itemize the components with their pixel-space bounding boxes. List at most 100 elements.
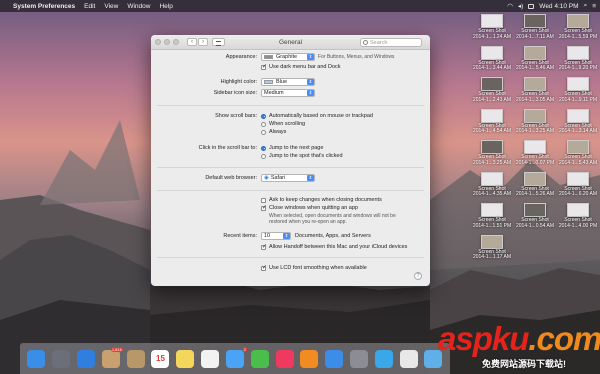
desktop-file-icon[interactable]: Screen Shot 2014-1...9.20 PM (556, 45, 600, 72)
help-button[interactable]: ? (414, 272, 422, 280)
browser-popup[interactable]: ◉ Safari ⇕ (261, 174, 315, 182)
notification-center-icon[interactable]: ≡ (592, 3, 596, 10)
handoff-checkbox[interactable] (261, 243, 267, 250)
click-jump-spot[interactable]: Jump to the spot that's clicked (261, 153, 343, 159)
menu-view[interactable]: View (104, 3, 118, 10)
desktop-file-icon[interactable]: Screen Shot 2014-1...3.14 AM (556, 108, 600, 135)
divider (157, 190, 424, 191)
scroll-auto-radio[interactable] (261, 113, 266, 119)
file-name-line-2: 2014-1...5.26 AM (515, 191, 555, 198)
notes-icon[interactable] (176, 349, 195, 368)
scroll-option-auto[interactable]: Automatically based on mouse or trackpad (261, 113, 373, 119)
appearance-label: Appearance: (225, 54, 257, 60)
chevron-updown-icon: ⇕ (307, 79, 314, 85)
close-button[interactable] (155, 39, 161, 45)
desktop-file-icon[interactable]: Screen Shot 2014-1...1.24 AM (470, 14, 514, 40)
desktop-file-icon[interactable]: Screen Shot 2014-1...4.00 PM (556, 203, 600, 229)
click-next-page[interactable]: Jump to the next page (261, 145, 323, 151)
chrome-icon[interactable] (399, 349, 418, 368)
spotlight-icon[interactable]: ⌕ (584, 2, 588, 10)
screenshot-thumbnail (481, 234, 503, 249)
screenshot-thumbnail (524, 203, 546, 218)
screenshot-thumbnail (524, 171, 546, 186)
watermark-tld: .com (528, 320, 600, 357)
calendar-icon[interactable]: 15 (151, 349, 170, 368)
file-name-line-2: 2014-1...2.43 AM (472, 96, 512, 103)
twitter-icon[interactable] (374, 349, 393, 368)
desktop-file-icon[interactable]: Screen Shot 2014-1...3.44 AM (470, 45, 514, 72)
sidebar-icon-popup[interactable]: Medium ⇕ (261, 89, 315, 97)
file-name-line-2: 2014-1...0.07 PM (515, 159, 555, 166)
lcd-row[interactable]: Use LCD font smoothing when available (261, 264, 367, 271)
file-name-line-2: 2014-1...9.11 PM (559, 96, 597, 103)
desktop-file-icon[interactable]: Screen Shot 2014-1...5.26 AM (513, 171, 557, 198)
back-button[interactable]: ‹ (187, 38, 197, 46)
contacts-icon[interactable] (126, 349, 145, 368)
ask-keep-checkbox[interactable] (261, 197, 266, 203)
desktop-file-icon[interactable]: Screen Shot 2014-1...1.51 PM (470, 203, 514, 229)
handoff-row[interactable]: Allow Handoff between this Mac and your … (261, 243, 407, 250)
recent-items-popup[interactable]: 10 ⇕ (261, 232, 291, 240)
dark-menu-checkbox[interactable] (261, 63, 267, 70)
scroll-always-radio[interactable] (261, 129, 266, 135)
lcd-checkbox[interactable] (261, 264, 267, 271)
finder-icon[interactable] (27, 349, 46, 368)
close-windows-checkbox[interactable] (261, 204, 267, 211)
dark-menu-row[interactable]: Use dark menu bar and Dock (261, 63, 341, 70)
desktop-file-icon[interactable]: Screen Shot 2014-1...2.43 AM (470, 77, 514, 103)
desktop-file-icon[interactable]: Screen Shot 2014-1...7.11 AM (513, 14, 557, 40)
file-name-line-2: 2014-1...7.11 AM (516, 33, 554, 40)
watermark-subtitle: 免费网站源码下载站! (482, 359, 566, 369)
ibooks-icon[interactable] (300, 349, 319, 368)
desktop-file-icon[interactable]: Screen Shot 2014-1...5.59 PM (556, 14, 600, 40)
itunes-icon[interactable] (275, 349, 294, 368)
clock[interactable]: Wed 4:10 PM (539, 3, 578, 10)
search-field[interactable]: Search (360, 38, 422, 47)
close-windows-row[interactable]: Close windows when quitting an app (261, 204, 358, 211)
highlight-popup[interactable]: Blue ⇕ (261, 78, 315, 86)
safari-icon[interactable] (77, 349, 96, 368)
show-all-button[interactable] (212, 38, 225, 46)
volume-icon[interactable]: ◂) (518, 2, 523, 10)
system-preferences-icon[interactable] (349, 349, 368, 368)
desktop-file-icon[interactable]: Screen Shot 2014-1...4.35 AM (470, 171, 514, 198)
desktop-file-icon[interactable]: Screen Shot 2014-1...0.54 AM (513, 203, 557, 229)
click-next-radio[interactable] (261, 145, 266, 151)
general-preferences-window: ‹ › General Search Appearance: Graphite … (151, 35, 430, 286)
desktop-file-icon[interactable]: Screen Shot 2014-1...6.20 AM (556, 171, 600, 198)
desktop-file-icon[interactable]: Screen Shot 2014-1...1.17 AM (470, 234, 514, 261)
wifi-icon[interactable]: ◠ (507, 2, 513, 10)
desktop-file-icon[interactable]: Screen Shot 2014-1...0.07 PM (513, 140, 557, 166)
desktop-file-icon[interactable]: Screen Shot 2014-1...3.25 AM (513, 108, 557, 135)
reminders-icon[interactable] (201, 349, 220, 368)
scroll-option-when-scrolling[interactable]: When scrolling (261, 121, 305, 127)
watermark-brand-text: aspku (438, 320, 529, 357)
desktop-file-icon[interactable]: Screen Shot 2014-1...5.46 AM (513, 45, 557, 72)
menu-edit[interactable]: Edit (84, 3, 95, 10)
appearance-popup[interactable]: Graphite ⇕ (261, 53, 315, 61)
ask-keep-row[interactable]: Ask to keep changes when closing documen… (261, 197, 382, 203)
click-jump-radio[interactable] (261, 153, 266, 159)
scroll-option-always[interactable]: Always (261, 129, 286, 135)
desktop-file-icon[interactable]: Screen Shot 2014-1...9.11 PM (556, 77, 600, 103)
facetime-icon[interactable] (250, 349, 269, 368)
battery-icon[interactable] (528, 3, 535, 9)
launchpad-icon[interactable] (52, 349, 71, 368)
menu-app-name[interactable]: System Preferences (13, 3, 75, 10)
zoom-button[interactable] (173, 39, 179, 45)
desktop-file-icon[interactable]: Screen Shot 2014-1...4.54 AM (470, 108, 514, 135)
file-name-line-2: 2014-1...5.46 AM (515, 65, 555, 72)
menu-help[interactable]: Help (159, 3, 172, 10)
app-store-icon[interactable] (325, 349, 344, 368)
desktop-file-icon[interactable]: Screen Shot 2014-1...3.05 AM (513, 77, 557, 103)
forward-button[interactable]: › (198, 38, 208, 46)
messages-icon[interactable]: 2 (225, 346, 247, 368)
minimize-button[interactable] (164, 39, 170, 45)
desktop-file-icon[interactable]: Screen Shot 2014-1...5.43 AM (556, 140, 600, 166)
stamp-icon[interactable]: 1,816 (101, 346, 123, 368)
file-name-line-2: 2014-1...5.59 PM (558, 33, 598, 40)
desktop-file-icon[interactable]: Screen Shot 2014-1...3.25 AM (470, 140, 514, 166)
scroll-when-radio[interactable] (261, 121, 266, 127)
dock: 1,816 15 2 (20, 343, 450, 374)
menu-window[interactable]: Window (127, 3, 150, 10)
